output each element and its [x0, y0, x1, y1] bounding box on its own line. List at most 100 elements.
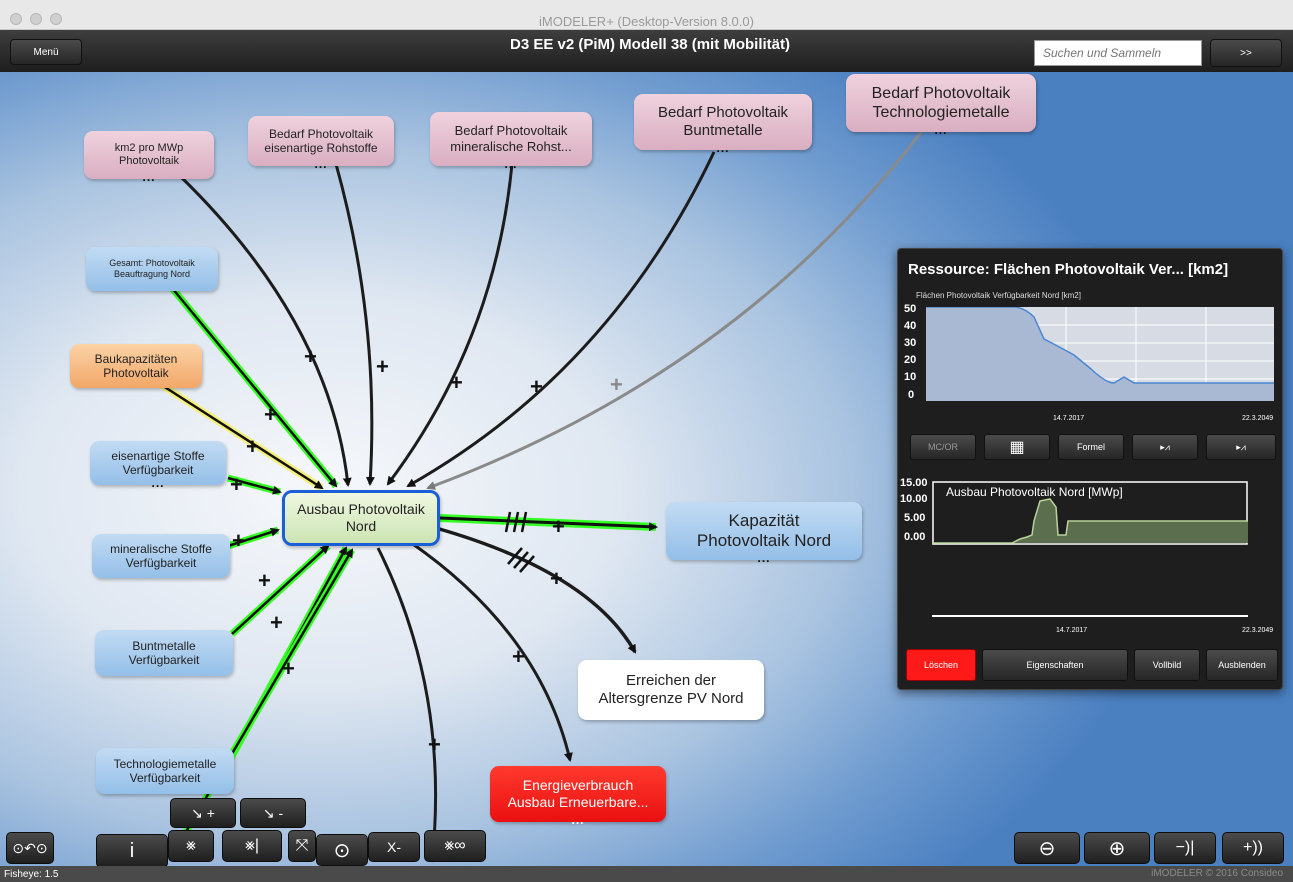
node-label-line1: Erreichen der [625, 672, 717, 689]
node-label-line2: Photovoltaik Nord [696, 531, 832, 550]
play-trend-button[interactable]: ▸⩘ [1132, 434, 1198, 460]
edge-plus: + [552, 514, 565, 539]
network-limit-icon: ⨳| [244, 837, 260, 854]
expand-network-limit-button[interactable]: ⨳| [222, 830, 282, 862]
chart2-ytick: 5.00 [904, 512, 926, 524]
edge-plus: + [530, 374, 543, 399]
remove-button[interactable]: X- [368, 832, 420, 862]
more-dots: ... [151, 475, 165, 490]
node-label-line1: Kapazität [728, 510, 800, 530]
node-label-line1: Buntmetalle [132, 638, 196, 653]
search-go-button[interactable]: >> [1210, 39, 1282, 67]
node-km2-pro-mwp[interactable]: km2 pro MWp Photovoltaik ... [84, 131, 214, 184]
model-canvas[interactable]: + + + + + + + + + + + + + + + + km2 pro … [0, 72, 1293, 868]
ausblenden-button[interactable]: Ausblenden [1206, 649, 1278, 681]
edge-mineralische-rohst-to-center [386, 163, 514, 486]
copyright-text: iMODELER © 2016 Consideo [1151, 868, 1283, 879]
chart2-label: Ausbau Photovoltaik Nord [MWp] [946, 485, 1123, 499]
shrink-button[interactable]: ⤧ [288, 830, 316, 862]
node-label-line2: eisenartige Rohstoffe [264, 141, 378, 155]
app-toolbar: Menü D3 EE v2 (PiM) Modell 38 (mit Mobil… [0, 30, 1293, 72]
node-label-line2: Photovoltaik [119, 155, 179, 167]
node-erreichen-der-altersgrenze[interactable]: Erreichen der Altersgrenze PV Nord [578, 660, 764, 720]
chart2-axis [932, 615, 1248, 617]
zoom-out-button[interactable]: ⊖ [1014, 832, 1080, 864]
node-technologiemetalle-verfuegbarkeit[interactable]: Technologiemetalle Verfügbarkeit [96, 748, 234, 794]
node-label-line1: mineralische Stoffe [110, 541, 212, 556]
node-ausbau-photovoltaik-nord[interactable]: Ausbau Photovoltaik Nord [282, 490, 440, 546]
edge-plus: + [246, 434, 259, 459]
edge-technologiemetalle-to-center [426, 126, 927, 490]
node-label-line2: mineralische Rohst... [450, 139, 572, 154]
node-bedarf-eisenartige-rohstoffe[interactable]: Bedarf Photovoltaik eisenartige Rohstoffe… [248, 116, 394, 171]
step-forward-button[interactable]: +)) [1222, 832, 1284, 864]
node-label-line1: Baukapazitäten [94, 351, 178, 366]
node-mineralische-stoffe-verfuegbarkeit[interactable]: mineralische Stoffe Verfügbarkeit [92, 534, 230, 578]
add-negative-arrow-button[interactable]: ↘ - [240, 798, 306, 828]
node-label-line2: Verfügbarkeit [129, 771, 201, 785]
focus-button[interactable]: ⊙ [316, 834, 368, 866]
play-compare-button[interactable]: ▸⩘ [1206, 434, 1276, 460]
node-bedarf-technologiemetalle[interactable]: Bedarf Photovoltaik Technologiemetalle ..… [846, 74, 1036, 137]
chart1-plot [926, 307, 1274, 401]
more-dots: ... [314, 156, 328, 171]
cycle-icon: ⊙↶⊙ [12, 839, 48, 856]
node-label-line1: Bedarf Photovoltaik [268, 126, 374, 141]
node-label-line1: Bedarf Photovoltaik [657, 104, 789, 121]
edge-plus: + [230, 472, 243, 497]
arrow-down-right-icon: ↘ [191, 804, 203, 821]
model-title: D3 EE v2 (PiM) Modell 38 (mit Mobilität) [509, 36, 791, 53]
node-baukapazitaeten-photovoltaik[interactable]: Baukapazitäten Photovoltaik [70, 344, 202, 388]
node-label-line2: Verfügbarkeit [128, 653, 200, 667]
network-extend-icon: ⨳∞ [444, 837, 466, 854]
network-extend-button[interactable]: ⨳∞ [424, 830, 486, 862]
expand-network-button[interactable]: ⨳ [168, 830, 214, 862]
table-view-button[interactable]: ▦ [984, 434, 1050, 460]
node-eisenartige-stoffe-verfuegbarkeit[interactable]: eisenartige Stoffe Verfügbarkeit ... [90, 441, 226, 490]
node-buntmetalle-verfuegbarkeit[interactable]: Buntmetalle Verfügbarkeit [95, 630, 233, 676]
node-label-line1: Technologiemetalle [113, 756, 217, 771]
chart2-date-mid: 14.7.2017 [1056, 627, 1088, 634]
mcor-button[interactable]: MC/OR [910, 434, 976, 460]
add-positive-arrow-button[interactable]: ↘ + [170, 798, 236, 828]
formel-button[interactable]: Formel [1058, 434, 1124, 460]
toggle-view-button[interactable]: ⊙↶⊙ [6, 832, 54, 864]
status-bar [0, 866, 1293, 882]
edge-plus: + [258, 568, 271, 593]
network-icon: ⨳ [186, 837, 196, 854]
step-back-button[interactable]: −)| [1154, 832, 1216, 864]
edge-center-to-bottom [376, 547, 438, 863]
edge-center-to-altersgrenze [435, 526, 637, 654]
menu-button[interactable]: Menü [10, 39, 82, 65]
loeschen-button[interactable]: Löschen [906, 649, 976, 681]
chart1-date-end: 22.3.2049 [1242, 415, 1274, 422]
search-input[interactable] [1034, 40, 1202, 66]
shrink-icon: ⤧ [295, 837, 309, 854]
vollbild-button[interactable]: Vollbild [1134, 649, 1200, 681]
edge-eisenartig-rohstoffe-to-center [334, 163, 375, 486]
node-kapazitaet-photovoltaik-nord[interactable]: Kapazität Photovoltaik Nord ... [666, 502, 862, 565]
edge-plus: + [304, 344, 317, 369]
more-dots: ... [757, 550, 771, 565]
arrow-plus-label: + [206, 805, 215, 821]
panel-title: Ressource: Flächen Photovoltaik Ver... [… [908, 261, 1229, 278]
edge-buntmetalle-to-center [406, 151, 716, 488]
edge-center-to-energieverbrauch [409, 540, 573, 762]
node-bedarf-mineralische-rohst[interactable]: Bedarf Photovoltaik mineralische Rohst...… [430, 112, 592, 171]
zoom-out-icon: ⊖ [1038, 837, 1056, 860]
window-title: iMODELER+ (Desktop-Version 8.0.0) [539, 14, 754, 29]
info-button[interactable]: i [96, 834, 168, 868]
node-energieverbrauch-ausbau[interactable]: Energieverbrauch Ausbau Erneuerbare... ..… [490, 766, 666, 827]
play-compare-icon: ▸⩘ [1236, 441, 1246, 452]
node-gesamt-beauftragung-nord[interactable]: Gesamt: Photovoltaik Beauftragung Nord [86, 247, 218, 291]
node-label-line2: Nord [345, 518, 377, 534]
chart2-ytick: 15.00 [900, 477, 928, 489]
chart1-ytick: 50 [904, 303, 917, 315]
node-label-line2: Altersgrenze PV Nord [598, 690, 744, 707]
table-icon: ▦ [1009, 439, 1025, 456]
zoom-in-button[interactable]: ⊕ [1084, 832, 1150, 864]
node-label-line1: Bedarf Photovoltaik [871, 84, 1011, 102]
eigenschaften-button[interactable]: Eigenschaften [982, 649, 1128, 681]
more-dots: ... [142, 169, 156, 184]
node-bedarf-buntmetalle[interactable]: Bedarf Photovoltaik Buntmetalle ... [634, 94, 812, 155]
